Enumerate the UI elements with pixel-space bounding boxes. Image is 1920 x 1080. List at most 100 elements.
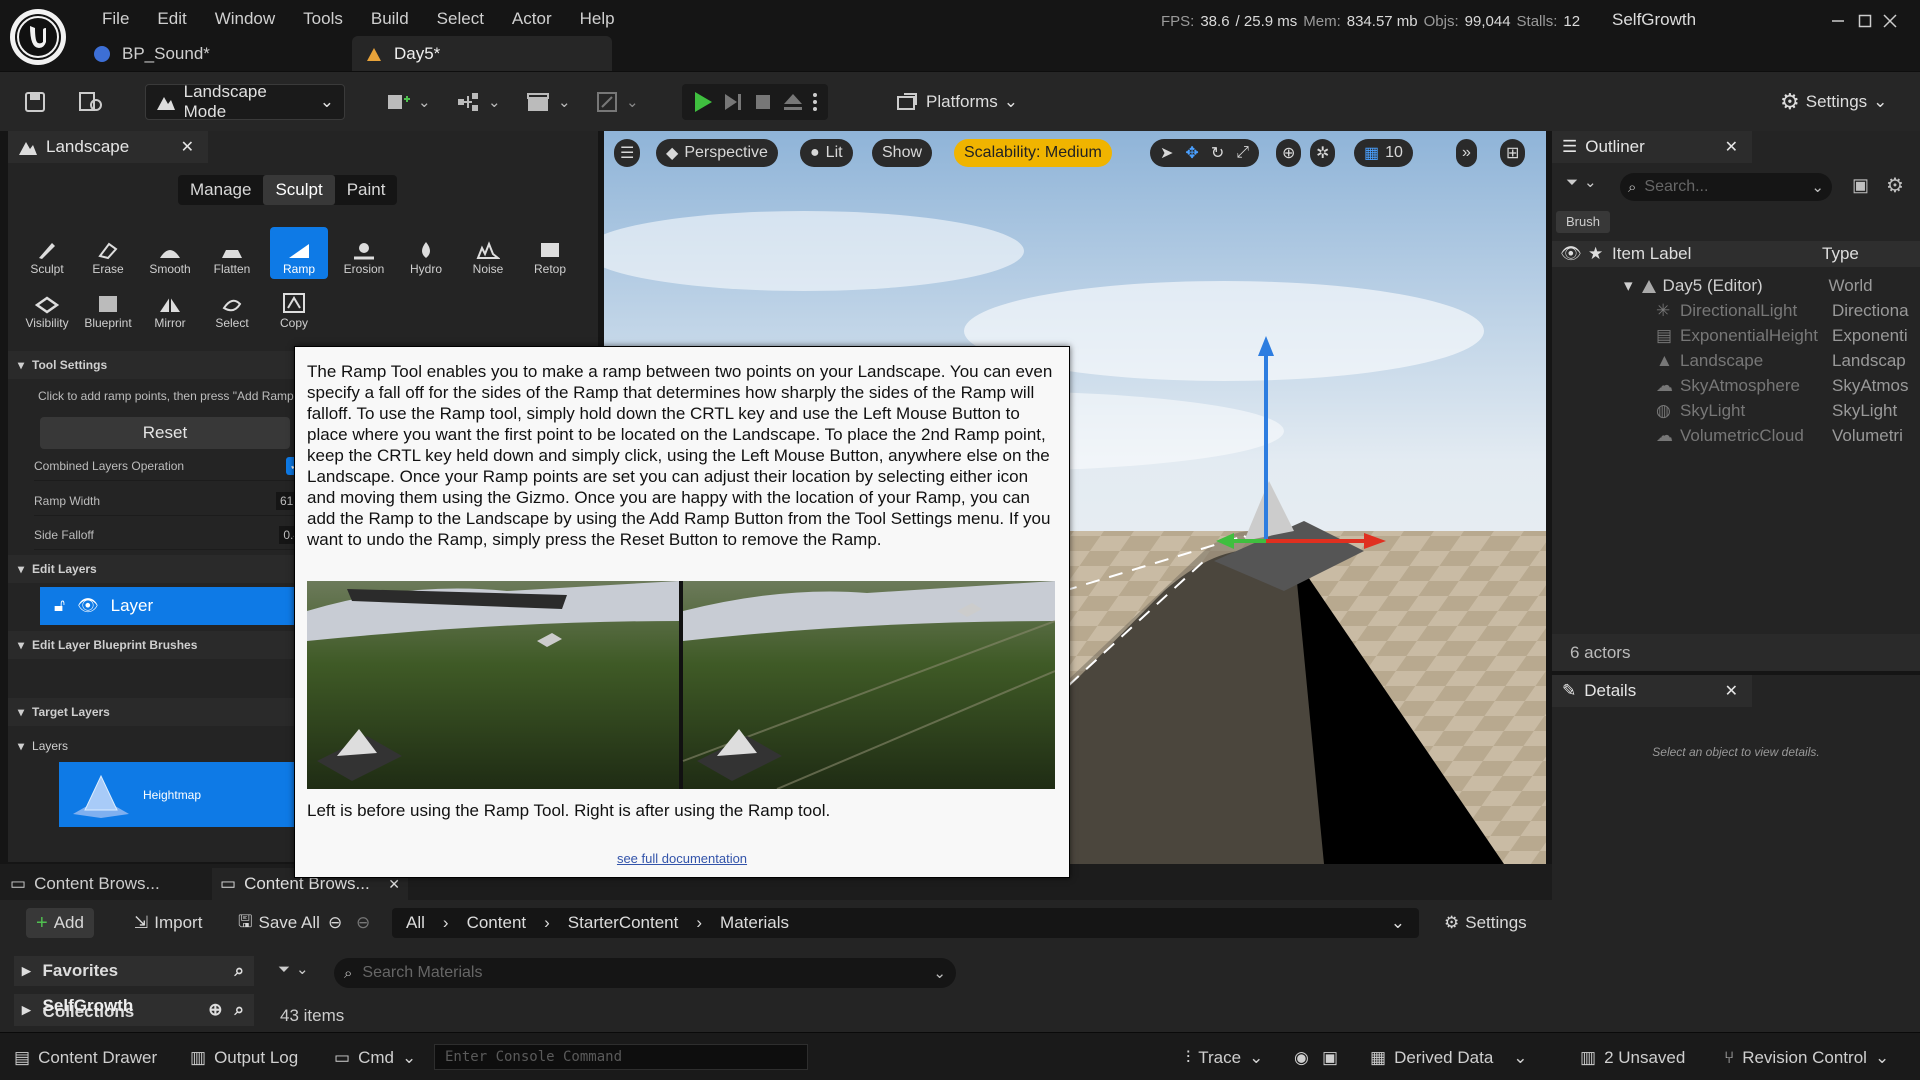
- menu-edit[interactable]: Edit: [143, 0, 200, 38]
- outliner-row[interactable]: ☁ VolumetricCloud Volumetri: [1552, 423, 1920, 448]
- menu-select[interactable]: Select: [423, 0, 498, 38]
- tab-paint[interactable]: Paint: [335, 175, 398, 205]
- tab-day5[interactable]: Day5*: [352, 36, 612, 71]
- outliner-row[interactable]: ✳ DirectionalLight Directiona: [1552, 298, 1920, 323]
- save-icon[interactable]: [24, 86, 46, 118]
- close-icon[interactable]: ✕: [388, 876, 400, 893]
- tool-sculpt[interactable]: Sculpt: [18, 227, 76, 279]
- add-actor-icon[interactable]: ⌄: [386, 86, 431, 118]
- unsaved-button[interactable]: ▥ 2 Unsaved: [1580, 1045, 1685, 1071]
- close-window-button[interactable]: [1870, 6, 1910, 36]
- close-icon[interactable]: ✕: [181, 137, 194, 157]
- select-arrow-icon[interactable]: ➤: [1160, 143, 1173, 163]
- heightmap-row[interactable]: Heightmap: [59, 762, 295, 827]
- collections-header[interactable]: ▸ Collections SelfGrowth ⊕ ⌕: [14, 994, 254, 1026]
- add-folder-icon[interactable]: ▣: [1852, 175, 1869, 196]
- console-input[interactable]: Enter Console Command: [434, 1044, 808, 1070]
- outliner-row[interactable]: ▲ Landscape Landscap: [1552, 348, 1920, 373]
- unlock-icon[interactable]: 🔓︎: [54, 596, 65, 616]
- cinematics-icon[interactable]: ⌄: [526, 86, 571, 118]
- brush-filter-chip[interactable]: Brush: [1556, 211, 1610, 233]
- trace-button[interactable]: ⫶ Trace ⌄: [1186, 1045, 1263, 1071]
- lit-button[interactable]: ● Lit: [800, 139, 853, 167]
- show-button[interactable]: Show: [872, 139, 933, 167]
- play-icon[interactable]: [690, 89, 716, 115]
- add-button[interactable]: + Add: [26, 908, 94, 938]
- filter-button[interactable]: ⏷ ⌄: [1566, 173, 1597, 192]
- tool-ramp[interactable]: Ramp: [270, 227, 328, 279]
- derived-data-button[interactable]: ▦ Derived Data ⌄: [1370, 1045, 1528, 1071]
- tab-sculpt[interactable]: Sculpt: [263, 175, 335, 205]
- tool-erase[interactable]: Erase: [79, 227, 137, 279]
- outliner-row[interactable]: ▤ ExponentialHeight Exponenti: [1552, 323, 1920, 348]
- perspective-button[interactable]: ◆ Perspective: [656, 139, 778, 167]
- mode-selector[interactable]: Landscape Mode ⌄: [145, 82, 345, 121]
- breadcrumb-content[interactable]: Content: [467, 913, 527, 933]
- tool-flatten[interactable]: Flatten: [203, 227, 261, 279]
- content-settings-button[interactable]: ⚙ Settings: [1434, 908, 1537, 938]
- import-button[interactable]: ⇲ Import: [124, 908, 212, 938]
- platforms-button[interactable]: Platforms ⌄: [896, 86, 1018, 118]
- menu-file[interactable]: File: [88, 0, 143, 38]
- outliner-tab[interactable]: ☰ Outliner ✕: [1552, 131, 1752, 163]
- browse-icon[interactable]: [78, 86, 104, 118]
- eject-icon[interactable]: [780, 89, 806, 115]
- tool-smooth[interactable]: Smooth: [141, 227, 199, 279]
- search-icon[interactable]: ⌕: [234, 1000, 244, 1020]
- expand-toolbar-icon[interactable]: »: [1456, 139, 1477, 167]
- search-icon[interactable]: ⌕: [234, 961, 244, 981]
- scale-icon[interactable]: ⤢: [1236, 144, 1249, 162]
- more-options-icon[interactable]: [810, 89, 820, 115]
- outliner-row-world[interactable]: ▾ Day5 (Editor) World: [1552, 273, 1920, 298]
- surface-snap-icon[interactable]: ✲: [1310, 139, 1336, 167]
- details-tab[interactable]: ✎ Details ✕: [1552, 675, 1752, 707]
- tab-bp-sound[interactable]: BP_Sound*: [80, 36, 348, 71]
- record-icon[interactable]: ◉: [1294, 1045, 1309, 1071]
- breadcrumb-materials[interactable]: Materials: [720, 913, 789, 933]
- reset-button[interactable]: Reset: [40, 417, 290, 449]
- tool-mirror[interactable]: Mirror: [141, 281, 199, 333]
- scalability-button[interactable]: Scalability: Medium: [954, 139, 1112, 167]
- outliner-row[interactable]: ☁ SkyAtmosphere SkyAtmos: [1552, 373, 1920, 398]
- layout-icon[interactable]: ⊞: [1500, 139, 1526, 167]
- add-collection-icon[interactable]: ⊕: [208, 1000, 222, 1020]
- save-all-button[interactable]: 🖫︎ Save All: [228, 908, 330, 938]
- landscape-tab[interactable]: Landscape ✕: [8, 131, 208, 163]
- type-header[interactable]: Type: [1822, 244, 1859, 264]
- layer-row[interactable]: 🔓︎ 👁︎ Layer: [40, 587, 295, 625]
- menu-help[interactable]: Help: [566, 0, 629, 38]
- breadcrumb-all[interactable]: All: [406, 913, 425, 933]
- stop-icon[interactable]: [750, 89, 776, 115]
- move-icon[interactable]: ✥: [1185, 143, 1198, 163]
- chevron-down-icon[interactable]: ⌄: [1391, 913, 1405, 933]
- close-icon[interactable]: ✕: [1725, 137, 1738, 157]
- tool-blueprint[interactable]: Blueprint: [79, 281, 137, 333]
- content-drawer-button[interactable]: ▤ Content Drawer: [14, 1045, 157, 1071]
- viewport-menu-button[interactable]: ☰: [614, 139, 641, 167]
- menu-tools[interactable]: Tools: [289, 0, 357, 38]
- close-icon[interactable]: ✕: [1725, 681, 1738, 701]
- grid-snap-button[interactable]: ▦ 10: [1354, 139, 1413, 167]
- back-icon[interactable]: ⊖: [324, 908, 346, 938]
- settings-button[interactable]: ⚙ Settings ⌄: [1780, 86, 1887, 118]
- tool-select[interactable]: Select: [203, 281, 261, 333]
- forward-icon[interactable]: ⊖: [352, 908, 374, 938]
- menu-window[interactable]: Window: [201, 0, 289, 38]
- tool-hydro[interactable]: Hydro: [397, 227, 455, 279]
- item-label-header[interactable]: Item Label: [1612, 244, 1822, 264]
- tool-copy[interactable]: Copy: [265, 281, 323, 333]
- outliner-row[interactable]: ◍ SkyLight SkyLight: [1552, 398, 1920, 423]
- breadcrumb-startercontent[interactable]: StarterContent: [568, 913, 679, 933]
- rotate-icon[interactable]: ↻: [1211, 143, 1224, 163]
- content-browser-tab-1[interactable]: ▭ Content Brows...: [10, 870, 160, 898]
- tool-noise[interactable]: Noise: [459, 227, 517, 279]
- screenshot-icon[interactable]: ▣: [1322, 1045, 1338, 1071]
- output-log-button[interactable]: ▥ Output Log: [190, 1045, 298, 1071]
- unreal-logo-icon[interactable]: [10, 9, 66, 65]
- filter-button[interactable]: ⏷ ⌄: [278, 960, 309, 979]
- full-documentation-link[interactable]: see full documentation: [295, 851, 1069, 866]
- revision-control-button[interactable]: ⑂ Revision Control ⌄: [1724, 1045, 1889, 1071]
- blueprint-menu-icon[interactable]: ⌄: [456, 86, 501, 118]
- search-materials-input[interactable]: ⌕ Search Materials ⌄: [334, 958, 956, 988]
- menu-actor[interactable]: Actor: [498, 0, 566, 38]
